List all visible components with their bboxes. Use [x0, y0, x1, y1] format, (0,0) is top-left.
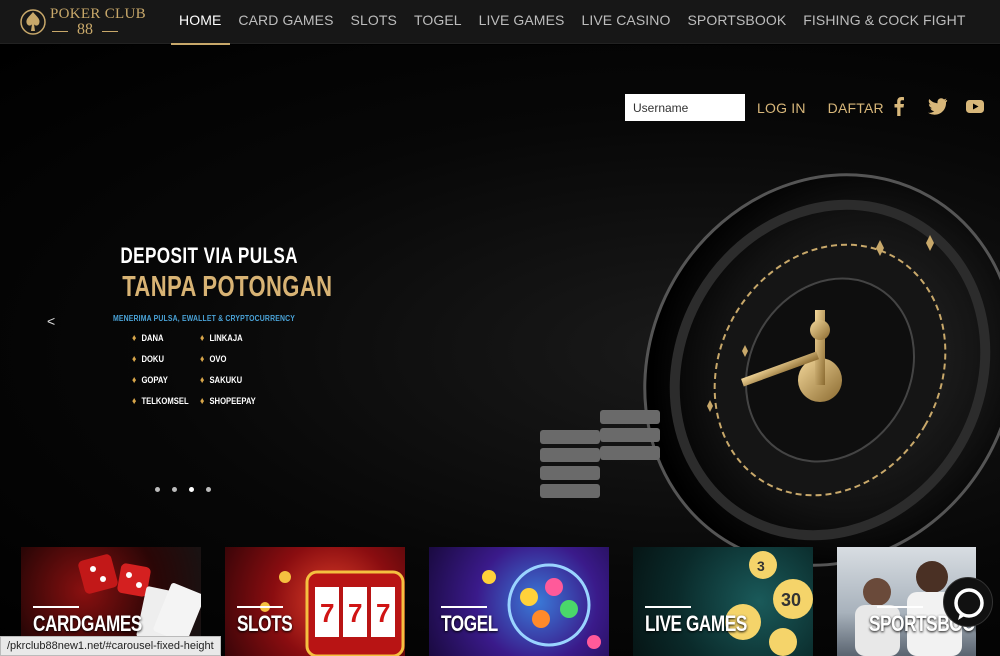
carousel-prev-button[interactable]: <: [47, 313, 55, 329]
card-underline: [441, 606, 487, 608]
card-slots[interactable]: 7 7 7 SLOTS: [225, 547, 405, 656]
promo-slide: DEPOSIT VIA PULSA TANPA POTONGAN MENERIM…: [100, 243, 333, 407]
payment-method: SAKUKU: [200, 375, 258, 386]
payment-method: DOKU: [132, 354, 190, 365]
chat-icon: [954, 588, 984, 620]
payment-method: GOPAY: [132, 375, 190, 386]
facebook-icon[interactable]: [888, 95, 910, 117]
card-underline: [33, 606, 79, 608]
card-label: SLOTS: [237, 611, 293, 636]
carousel-dot[interactable]: [206, 487, 211, 492]
brand-number: 88: [50, 21, 120, 39]
status-bar-url: /pkrclub88new1.net/#carousel-fixed-heigh…: [0, 636, 221, 656]
username-input[interactable]: [625, 94, 745, 121]
svg-text:7: 7: [376, 598, 390, 628]
lottery-balls-image: [482, 563, 601, 649]
spade-logo-icon: [20, 9, 46, 35]
card-live-games[interactable]: 3 30 LIVE GAMES: [633, 547, 813, 656]
slot-machine-image: 7 7 7: [260, 570, 405, 656]
payment-method: OVO: [200, 354, 258, 365]
nav-home[interactable]: HOME: [170, 0, 231, 45]
nav-togel[interactable]: TOGEL: [405, 0, 470, 44]
nav-slots[interactable]: SLOTS: [342, 0, 405, 44]
login-form: LOG IN DAFTAR: [625, 94, 884, 121]
youtube-icon[interactable]: [964, 95, 986, 117]
live-chat-button[interactable]: [943, 577, 993, 627]
twitter-icon[interactable]: [926, 95, 948, 117]
carousel-dot-active[interactable]: [189, 487, 194, 492]
svg-text:3: 3: [757, 558, 765, 574]
roulette-wheel-image: [540, 173, 1000, 567]
svg-text:30: 30: [781, 590, 801, 610]
carousel-dot[interactable]: [172, 487, 177, 492]
svg-text:7: 7: [320, 598, 334, 628]
card-togel[interactable]: TOGEL: [429, 547, 609, 656]
promo-subheadline: TANPA POTONGAN: [122, 271, 333, 303]
promo-headline: DEPOSIT VIA PULSA: [120, 243, 298, 268]
nav-card-games[interactable]: CARD GAMES: [230, 0, 342, 44]
top-navbar: POKER CLUB 88 HOME CARD GAMES SLOTS TOGE…: [0, 0, 1000, 45]
register-button[interactable]: DAFTAR: [828, 100, 884, 116]
payment-method: SHOPEEPAY: [200, 396, 258, 407]
card-label: LIVE GAMES: [645, 611, 747, 636]
nav-fishing-cock-fight[interactable]: FISHING & COCK FIGHT: [795, 0, 974, 44]
login-button[interactable]: LOG IN: [757, 100, 806, 116]
card-label: TOGEL: [441, 611, 498, 636]
carousel-indicators: [155, 487, 211, 492]
logo[interactable]: POKER CLUB 88: [20, 4, 146, 40]
main-nav: HOME CARD GAMES SLOTS TOGEL LIVE GAMES L…: [170, 0, 975, 45]
promo-subtitle: MENERIMA PULSA, EWALLET & CRYPTOCURRENCY: [112, 314, 296, 323]
card-underline: [877, 606, 923, 608]
svg-text:7: 7: [348, 598, 362, 628]
payment-methods: DANA LINKAJA DOKU OVO GOPAY SAKUKU TELKO…: [132, 333, 285, 407]
payment-method: DANA: [132, 333, 190, 344]
nav-live-games[interactable]: LIVE GAMES: [470, 0, 573, 44]
card-label: CARDGAMES: [33, 611, 142, 636]
payment-method: LINKAJA: [200, 333, 258, 344]
nav-sportsbook[interactable]: SPORTSBOOK: [679, 0, 795, 44]
card-underline: [645, 606, 691, 608]
bingo-balls-image: 3 30: [725, 551, 813, 656]
social-links: [888, 95, 986, 117]
card-underline: [237, 606, 283, 608]
payment-method: TELKOMSEL: [132, 396, 190, 407]
nav-live-casino[interactable]: LIVE CASINO: [573, 0, 679, 44]
carousel-dot[interactable]: [155, 487, 160, 492]
